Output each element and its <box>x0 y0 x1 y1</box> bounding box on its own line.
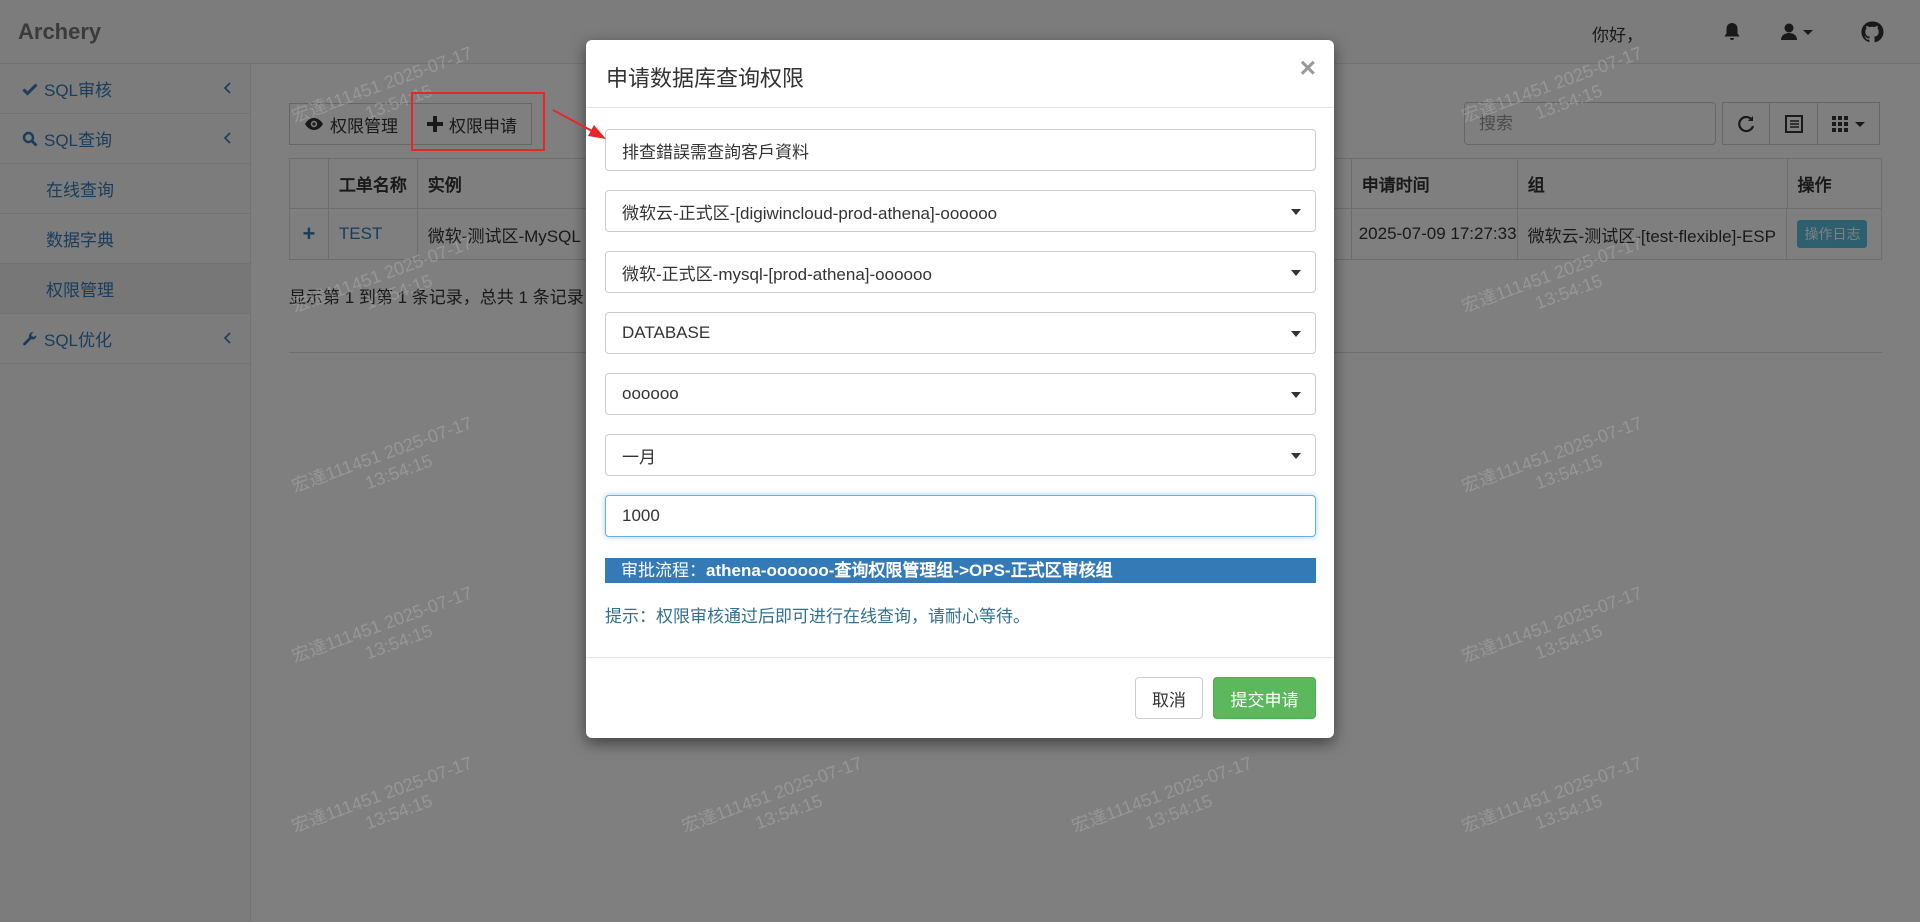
type-select[interactable]: DATABASE <box>605 312 1316 354</box>
caret-down-icon <box>1291 209 1301 215</box>
duration-select-value: 一月 <box>622 447 656 467</box>
modal-footer: 取消 提交申请 <box>586 657 1334 738</box>
type-select-value: DATABASE <box>622 323 711 342</box>
database-select[interactable]: oooooo <box>605 373 1316 415</box>
cluster-select[interactable]: 微软云-正式区-[digiwincloud-prod-athena]-ooooo… <box>605 190 1316 232</box>
annotation-highlight-box <box>411 92 545 151</box>
close-icon[interactable]: × <box>1300 54 1316 82</box>
cluster-select-value: 微软云-正式区-[digiwincloud-prod-athena]-ooooo… <box>622 203 998 223</box>
caret-down-icon <box>1291 392 1301 398</box>
caret-down-icon <box>1291 270 1301 276</box>
caret-down-icon <box>1291 453 1301 459</box>
instance-select-value: 微软-正式区-mysql-[prod-athena]-oooooo <box>622 264 932 284</box>
limit-input[interactable]: 1000 <box>605 495 1316 537</box>
duration-select[interactable]: 一月 <box>605 434 1316 476</box>
approval-flow-label: 审批流程： <box>621 561 706 580</box>
approval-flow-bar: 审批流程：athena-oooooo-查询权限管理组->OPS-正式区审核组 <box>605 558 1316 583</box>
reason-input[interactable]: 排查錯誤需查詢客戶資料 <box>605 129 1316 171</box>
database-select-value: oooooo <box>622 384 679 403</box>
approval-flow-value: athena-oooooo-查询权限管理组->OPS-正式区审核组 <box>706 561 1113 580</box>
cancel-button[interactable]: 取消 <box>1135 677 1203 719</box>
modal-title: 申请数据库查询权限 <box>606 66 805 91</box>
caret-down-icon <box>1291 331 1301 337</box>
instance-select[interactable]: 微软-正式区-mysql-[prod-athena]-oooooo <box>605 251 1316 293</box>
apply-permission-modal: 申请数据库查询权限 × 排查錯誤需查詢客戶資料 微软云-正式区-[digiwin… <box>586 40 1334 738</box>
submit-button[interactable]: 提交申请 <box>1213 677 1316 719</box>
modal-header: 申请数据库查询权限 × <box>586 40 1334 108</box>
hint-text: 提示：权限审核通过后即可进行在线查询，请耐心等待。 <box>605 607 1030 626</box>
